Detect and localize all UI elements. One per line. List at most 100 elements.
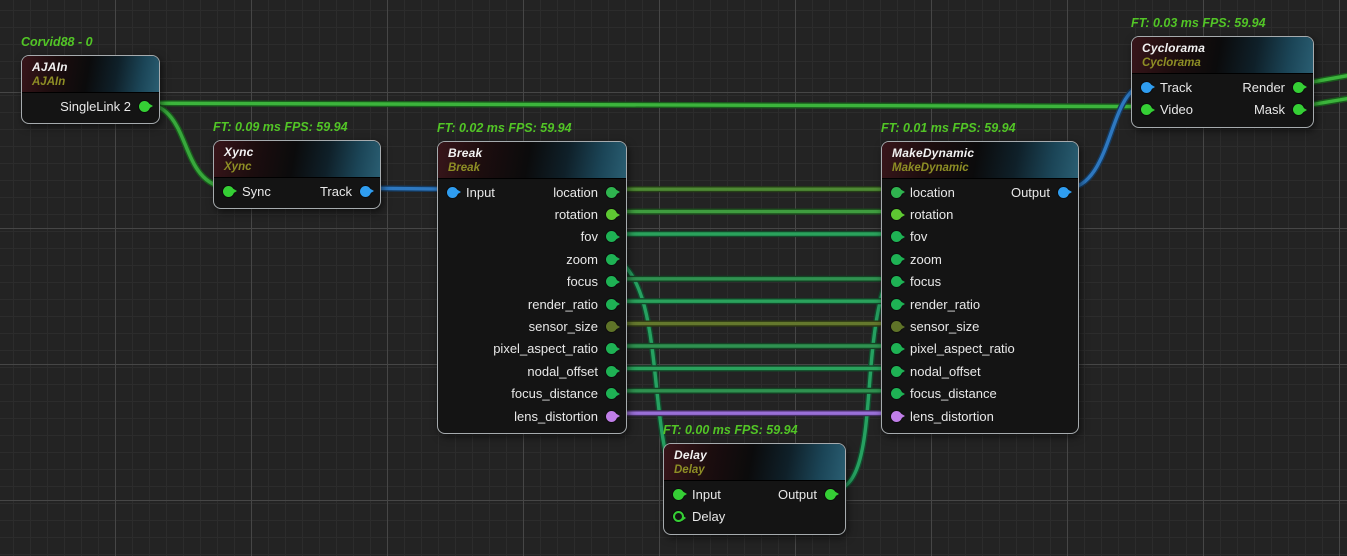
node-xync[interactable]: XyncXync Sync Track	[213, 140, 381, 209]
port-dot-in[interactable]	[891, 388, 902, 399]
node-break[interactable]: BreakBreakInputlocationrotationfovzoomfo…	[437, 141, 627, 434]
port-row: locationOutput	[882, 181, 1078, 203]
port-row: Delay	[664, 505, 845, 527]
port-row: fov	[438, 226, 626, 248]
port-dot-in[interactable]	[223, 186, 234, 197]
port-render-out: Render	[1242, 80, 1304, 95]
port-dot-in[interactable]	[891, 411, 902, 422]
port-label: Output	[1011, 185, 1050, 200]
port-dot-out[interactable]	[360, 186, 371, 197]
port-lens_distortion-in: lens_distortion	[891, 409, 994, 424]
node-cyclorama[interactable]: CycloramaCycloramaTrackRenderVideoMask	[1131, 36, 1314, 128]
port-row: rotation	[882, 203, 1078, 225]
port-dot-in[interactable]	[1141, 104, 1152, 115]
port-pixel_aspect_ratio-in: pixel_aspect_ratio	[891, 341, 1015, 356]
node-subtitle: AJAIn	[32, 75, 149, 89]
port-row: focus_distance	[882, 383, 1078, 405]
port-dot-out[interactable]	[825, 489, 836, 500]
port-focus-in: focus	[891, 274, 941, 289]
port-row: lens_distortion	[438, 405, 626, 427]
port-dot-out[interactable]	[606, 299, 617, 310]
port-row: render_ratio	[438, 293, 626, 315]
node-makedynamic[interactable]: MakeDynamicMakeDynamiclocationOutputrota…	[881, 141, 1079, 434]
port-label: Output	[778, 487, 817, 502]
port-dot-in[interactable]	[891, 276, 902, 287]
port-dot-in[interactable]	[891, 299, 902, 310]
port-row: Sync Track	[214, 180, 380, 202]
node-graph-canvas[interactable]: Corvid88 - 0AJAInAJAInSingleLink 2FT: 0.…	[0, 0, 1347, 556]
node-title: MakeDynamic	[892, 146, 1068, 161]
port-dot-in[interactable]	[673, 511, 684, 522]
node-header-makedynamic[interactable]: MakeDynamicMakeDynamic	[882, 142, 1078, 179]
port-fov-in: fov	[891, 229, 927, 244]
port-dot-in[interactable]	[891, 231, 902, 242]
port-dot-out[interactable]	[606, 209, 617, 220]
port-focus_distance-in: focus_distance	[891, 386, 997, 401]
node-body: InputOutput Delay	[664, 481, 845, 528]
port-dot-in[interactable]	[891, 321, 902, 332]
port-dot-out[interactable]	[606, 388, 617, 399]
port-dot-out[interactable]	[606, 411, 617, 422]
port-location-out: location	[553, 185, 617, 200]
node-header-ajain[interactable]: AJAInAJAIn	[22, 56, 159, 93]
node-header-break[interactable]: BreakBreak	[438, 142, 626, 179]
port-label: Mask	[1254, 102, 1285, 117]
port-row: sensor_size	[438, 315, 626, 337]
port-dot-in[interactable]	[891, 343, 902, 354]
port-dot-in[interactable]	[891, 254, 902, 265]
node-subtitle: MakeDynamic	[892, 161, 1068, 175]
port-label: focus_distance	[511, 386, 598, 401]
port-row: InputOutput	[664, 483, 845, 505]
node-header-delay[interactable]: DelayDelay	[664, 444, 845, 481]
port-row: focus	[882, 271, 1078, 293]
port-label: zoom	[566, 252, 598, 267]
port-nodal_offset-out: nodal_offset	[527, 364, 617, 379]
port-dot-in[interactable]	[673, 489, 684, 500]
node-header-xync[interactable]: XyncXync	[214, 141, 380, 178]
port-row: Track Render	[1132, 76, 1313, 98]
port-track-out: Track	[320, 184, 371, 199]
port-dot-out[interactable]	[606, 321, 617, 332]
port-label: lens_distortion	[910, 409, 994, 424]
port-render_ratio-out: render_ratio	[528, 297, 617, 312]
port-label: sensor_size	[529, 319, 598, 334]
port-dot-out[interactable]	[606, 366, 617, 377]
port-focus_distance-out: focus_distance	[511, 386, 617, 401]
port-dot-in[interactable]	[891, 187, 902, 198]
port-mask-out: Mask	[1254, 102, 1304, 117]
port-dot-in[interactable]	[891, 366, 902, 377]
port-delay-in: Delay	[673, 509, 725, 524]
port-dot-out[interactable]	[606, 187, 617, 198]
port-dot-out[interactable]	[606, 254, 617, 265]
node-instance-label: Corvid88 - 0	[21, 35, 93, 49]
node-header-cyclorama[interactable]: CycloramaCyclorama	[1132, 37, 1313, 74]
port-label: fov	[910, 229, 927, 244]
port-dot-in[interactable]	[891, 209, 902, 220]
port-row: sensor_size	[882, 315, 1078, 337]
port-dot-out[interactable]	[1058, 187, 1069, 198]
port-dot-in[interactable]	[1141, 82, 1152, 93]
port-row: fov	[882, 226, 1078, 248]
node-perf-label: FT: 0.03 ms FPS: 59.94	[1131, 16, 1266, 30]
port-label: nodal_offset	[527, 364, 598, 379]
port-dot-out[interactable]	[1293, 82, 1304, 93]
port-rotation-in: rotation	[891, 207, 953, 222]
node-perf-label: FT: 0.00 ms FPS: 59.94	[663, 423, 798, 437]
port-label: Sync	[242, 184, 271, 199]
node-body: SingleLink 2	[22, 93, 159, 117]
port-dot-out[interactable]	[1293, 104, 1304, 115]
port-dot-out[interactable]	[606, 231, 617, 242]
port-label: fov	[581, 229, 598, 244]
port-dot-out[interactable]	[606, 276, 617, 287]
node-title: Break	[448, 146, 616, 161]
port-label: focus_distance	[910, 386, 997, 401]
node-title: AJAIn	[32, 60, 149, 75]
port-track-in: Track	[1141, 80, 1192, 95]
node-delay[interactable]: DelayDelayInputOutput Delay	[663, 443, 846, 535]
node-ajain[interactable]: AJAInAJAInSingleLink 2	[21, 55, 160, 124]
port-pixel_aspect_ratio-out: pixel_aspect_ratio	[493, 341, 617, 356]
port-dot-out[interactable]	[606, 343, 617, 354]
port-dot-out[interactable]	[139, 101, 150, 112]
port-label: nodal_offset	[910, 364, 981, 379]
port-dot-in[interactable]	[447, 187, 458, 198]
